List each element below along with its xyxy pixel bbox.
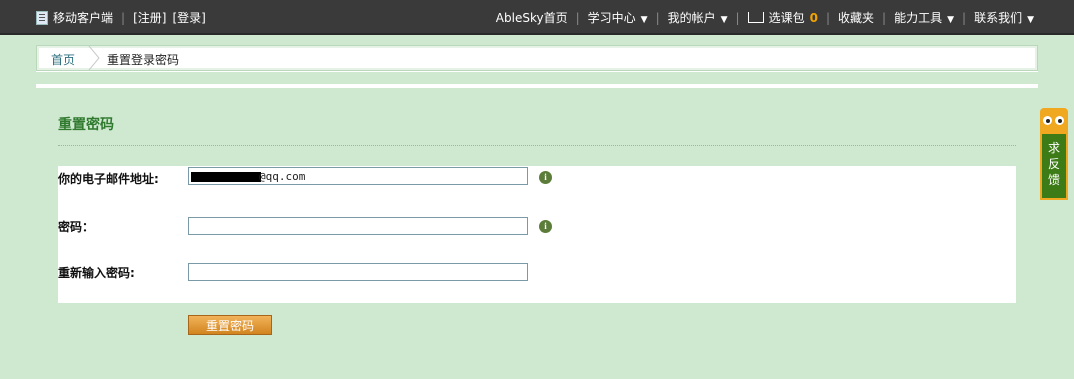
confirm-password-field[interactable] [188,263,528,281]
mobile-phone-icon [36,10,48,25]
email-label: 你的电子邮件地址: [58,172,159,186]
divider: | [962,10,967,25]
info-icon[interactable]: i [539,220,552,233]
course-cart-link[interactable]: 选课包 0 [747,9,818,26]
confirm-password-label: 重新输入密码: [58,266,135,280]
feedback-label: 求反馈 [1047,141,1060,187]
chevron-down-icon: ▼ [720,15,728,25]
divider: | [121,10,126,25]
learning-center-menu[interactable]: 学习中心 ▼ [588,9,648,26]
owl-eye-icon [1055,116,1064,125]
feedback-tab[interactable]: 求反馈 [1040,132,1068,200]
register-link[interactable]: [注册] [133,9,166,26]
breadcrumb-underline [36,71,1038,72]
divider: | [825,10,831,25]
divider: | [575,10,580,25]
divider: | [735,10,740,25]
reset-password-form: 你的电子邮件地址: @qq.com i 密码： i 重新输入密码: [58,166,1016,303]
password-label: 密码： [58,220,95,234]
divider: | [655,10,660,25]
topbar-right: AbleSky首页 | 学习中心 ▼ | 我的帐户 ▼ | 选课包 0 | 收藏夹 |… [496,9,1034,26]
breadcrumb: 首页 重置登录密码 [36,45,1038,71]
title-divider [58,145,1016,146]
topbar-left: 移动客户端 | [注册] [登录] [36,9,206,26]
tools-label: 能力工具 [894,11,943,25]
email-value: @qq.com [259,170,306,183]
redacted-email-part [191,172,261,182]
my-account-label: 我的帐户 [667,11,716,25]
breadcrumb-current: 重置登录密码 [107,53,180,67]
chevron-down-icon: ▼ [640,15,648,25]
mobile-client-link[interactable]: 移动客户端 [53,9,113,26]
email-field[interactable]: @qq.com [188,167,528,185]
reset-password-button[interactable]: 重置密码 [188,315,272,335]
top-navigation-bar: 移动客户端 | [注册] [登录] AbleSky首页 | 学习中心 ▼ | 我的… [0,0,1074,35]
my-account-menu[interactable]: 我的帐户 ▼ [668,9,728,26]
learning-center-label: 学习中心 [587,11,636,25]
favorites-link[interactable]: 收藏夹 [838,9,874,26]
chevron-down-icon: ▼ [1027,15,1034,25]
owl-eye-icon [1043,116,1052,125]
feedback-widget[interactable]: 求反馈 [1040,108,1068,200]
contact-label: 联系我们 [974,11,1023,25]
owl-mascot-icon [1040,108,1068,134]
panel-top-border [36,84,1038,88]
page-title: 重置密码 [58,117,114,133]
chevron-down-icon: ▼ [947,15,955,25]
password-field[interactable] [188,217,528,235]
tools-menu[interactable]: 能力工具 ▼ [894,9,954,26]
divider: | [882,10,887,25]
breadcrumb-home-link[interactable]: 首页 [51,51,75,68]
shopping-cart-icon [747,12,764,23]
contact-menu[interactable]: 联系我们 ▼ [974,9,1034,26]
cart-label: 选课包 [768,11,805,25]
info-icon[interactable]: i [539,171,552,184]
login-link[interactable]: [登录] [172,9,205,26]
cart-count-badge: 0 [809,11,818,25]
breadcrumb-separator-icon [88,46,100,70]
ablesky-home-link[interactable]: AbleSky首页 [496,9,568,26]
